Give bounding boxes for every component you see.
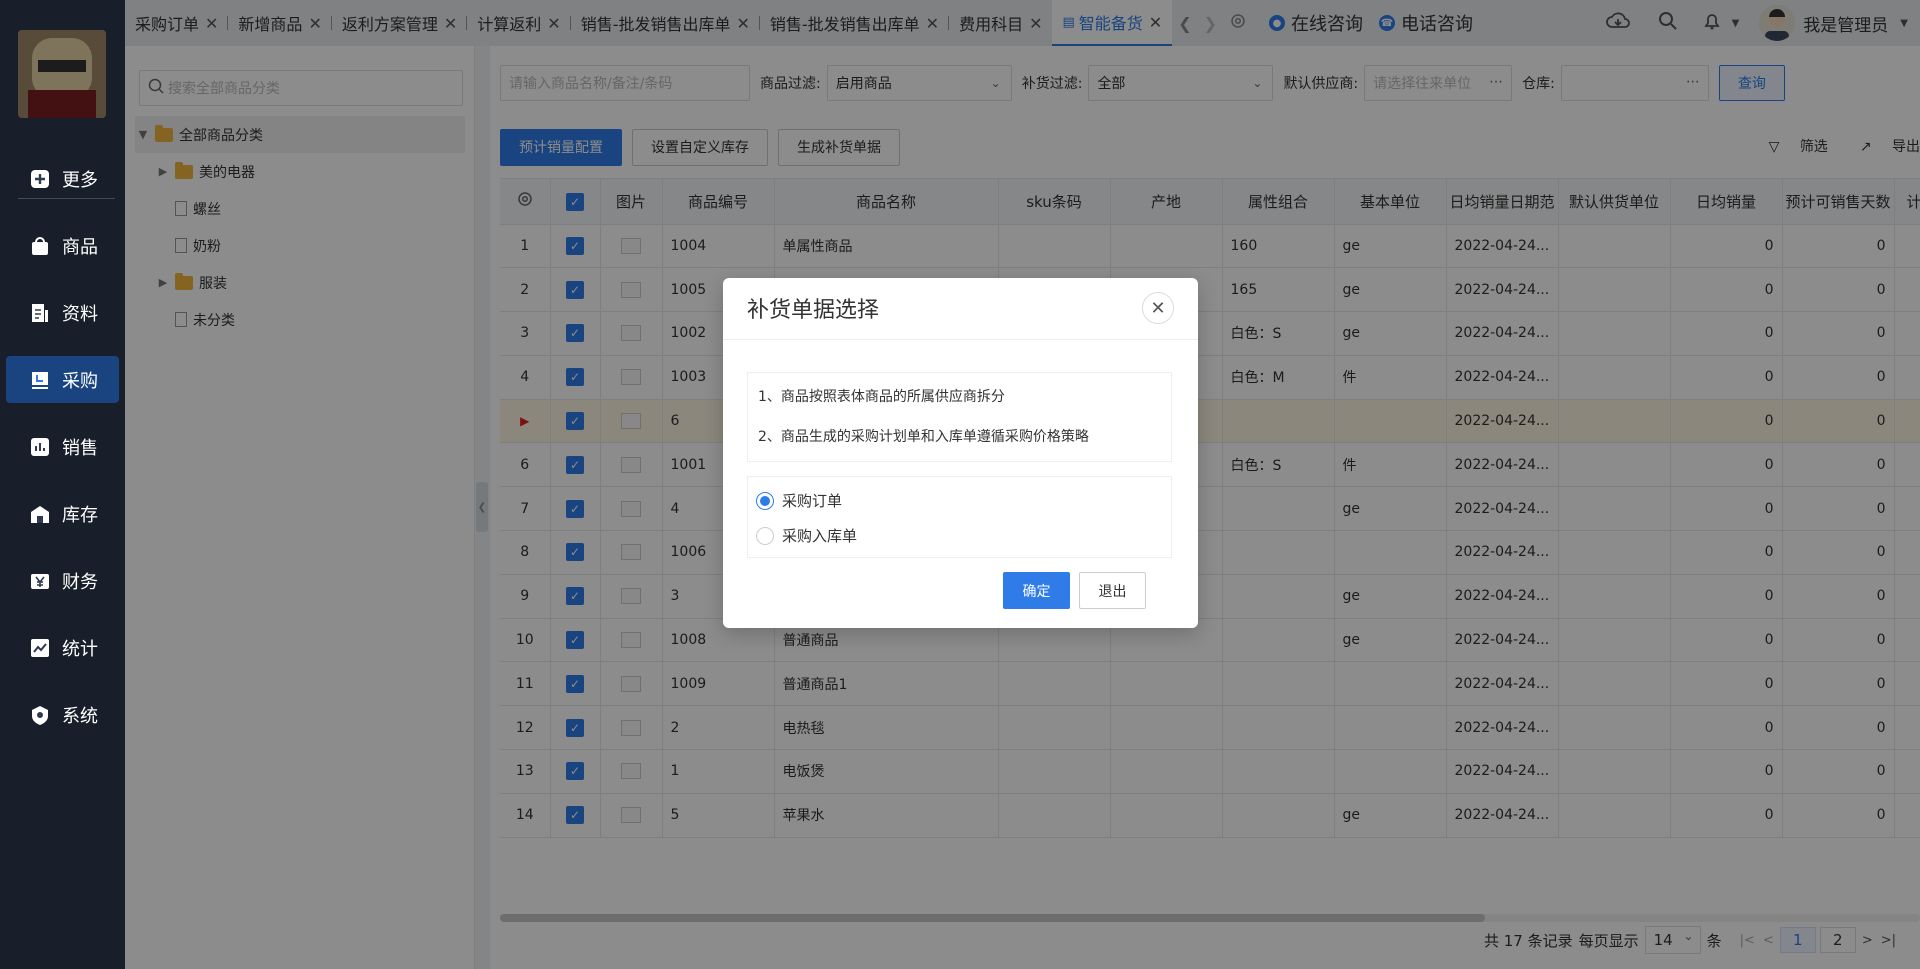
- sidebar-item-label: 商品: [62, 236, 98, 258]
- replenish-bill-dialog: 补货单据选择 ✕ 1、商品按照表体商品的所属供应商拆分 2、商品生成的采购计划单…: [723, 278, 1198, 628]
- option-purchase-order-label: 采购订单: [782, 492, 843, 510]
- sidebar-item-label: 财务: [62, 571, 98, 593]
- sidebar-item-label: 采购: [62, 370, 98, 392]
- note-1: 1、商品按照表体商品的所属供应商拆分: [758, 389, 1005, 405]
- bar-chart-icon: [28, 435, 52, 459]
- dialog-title: 补货单据选择: [747, 298, 880, 323]
- plus-square-icon: [28, 167, 52, 191]
- note-2: 2、商品生成的采购计划单和入库单遵循采购价格策略: [758, 429, 1089, 445]
- option-purchase-inbound[interactable]: 采购入库单: [756, 518, 1163, 553]
- yen-icon: [28, 569, 52, 593]
- file-chart-icon: [28, 301, 52, 325]
- sidebar-item-label: 统计: [62, 638, 98, 660]
- sidebar-item-label: 资料: [62, 303, 98, 325]
- warehouse-icon: [28, 502, 52, 526]
- dialog-notes: 1、商品按照表体商品的所属供应商拆分 2、商品生成的采购计划单和入库单遵循采购价…: [747, 372, 1172, 462]
- option-purchase-order[interactable]: 采购订单: [756, 483, 1163, 518]
- radio-checked-icon[interactable]: [756, 491, 774, 510]
- option-purchase-inbound-label: 采购入库单: [782, 527, 858, 545]
- sidebar-item-label: 系统: [62, 705, 98, 727]
- shield-icon: [28, 703, 52, 727]
- purchase-icon: [28, 368, 52, 392]
- bag-icon: [28, 234, 52, 258]
- trend-chart-icon: [28, 636, 52, 660]
- close-button[interactable]: ✕: [1142, 292, 1174, 324]
- sidebar-item-label: 销售: [62, 437, 98, 459]
- sidebar-divider: [18, 198, 115, 199]
- radio-unchecked-icon[interactable]: [756, 526, 774, 545]
- confirm-button[interactable]: 确定: [1003, 572, 1070, 609]
- sidebar-item-label: 库存: [62, 504, 98, 526]
- bill-type-options: 采购订单 采购入库单: [747, 476, 1172, 558]
- close-icon: ✕: [1150, 297, 1166, 319]
- cancel-button[interactable]: 退出: [1079, 572, 1146, 609]
- divider: [723, 339, 1198, 340]
- sidebar-item-label: 更多: [62, 169, 98, 191]
